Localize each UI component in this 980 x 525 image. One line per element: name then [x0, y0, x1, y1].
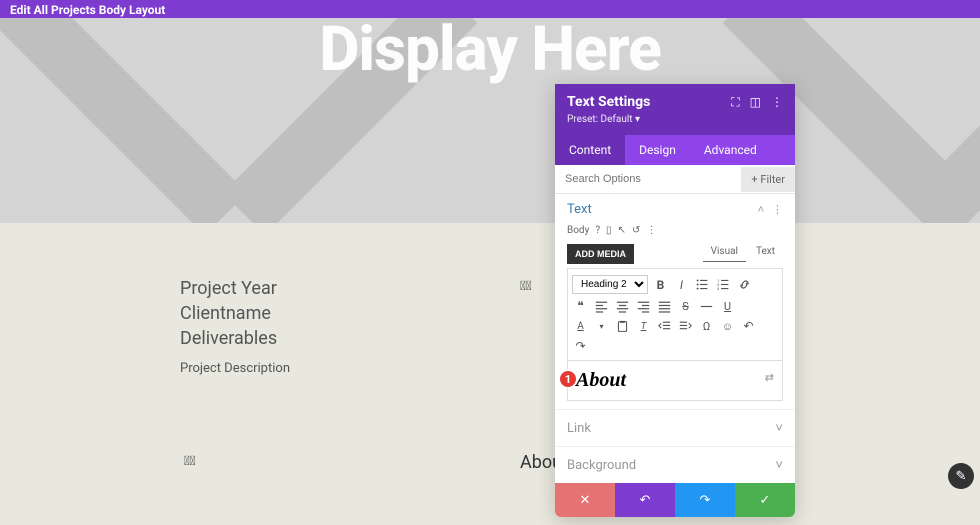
hero-text: Display Here [0, 18, 980, 86]
text-section: Text ˄ ⋮ Body ? ▯ ↖ ↺ ⋮ ADD MEDIA Visual… [555, 194, 795, 409]
action-bar: ✕ ↶ ↷ ✓ [555, 483, 795, 517]
svg-text:3: 3 [717, 286, 720, 291]
hr-icon[interactable] [698, 298, 715, 314]
editor-tab-text[interactable]: Text [748, 242, 783, 262]
mobile-icon[interactable]: ▯ [606, 225, 612, 236]
section-title: Text [567, 202, 592, 217]
indent-icon[interactable] [677, 318, 694, 334]
outdent-icon[interactable] [656, 318, 673, 334]
clear-format-icon[interactable]: T [635, 318, 652, 334]
settings-panel: Text Settings ⛶ ◫ ⋮ Preset: Default ▾ Co… [555, 84, 795, 517]
close-icon: ✕ [580, 493, 591, 508]
format-select[interactable]: Heading 2 [572, 275, 648, 294]
editor-toolbar: Heading 2 B I 123 ❝ S U [567, 268, 783, 361]
wrench-icon: ✎ [956, 469, 967, 484]
hover-icon[interactable]: ↖ [618, 225, 626, 236]
strikethrough-icon[interactable]: S [677, 298, 694, 314]
body-option-row: Body ? ▯ ↖ ↺ ⋮ [567, 225, 783, 236]
tab-advanced[interactable]: Advanced [690, 135, 771, 165]
editor-content[interactable]: 1 About ⇄ [567, 361, 783, 401]
project-deliverables: Deliverables [180, 326, 290, 351]
align-justify-icon[interactable] [656, 298, 673, 314]
chevron-up-icon[interactable]: ˄ [758, 203, 764, 216]
expand-icon[interactable]: ⛶ [731, 95, 739, 110]
panel-header[interactable]: Text Settings ⛶ ◫ ⋮ Preset: Default ▾ [555, 84, 795, 135]
broken-image-icon: ▯ͯ [184, 454, 200, 470]
chevron-down-icon: ˅ [775, 420, 783, 436]
project-year: Project Year [180, 276, 290, 301]
align-center-icon[interactable] [614, 298, 631, 314]
search-row: + Filter [555, 165, 795, 194]
link-section-header[interactable]: Link ˅ [555, 409, 795, 446]
emoji-icon[interactable]: ☺ [719, 318, 736, 334]
bold-icon[interactable]: B [652, 277, 669, 293]
project-info: Project Year Clientname Deliverables Pro… [180, 276, 290, 378]
body-label: Body [567, 225, 589, 236]
undo-icon: ↶ [640, 493, 651, 508]
paste-icon[interactable] [614, 318, 631, 334]
reset-icon[interactable]: ↺ [632, 225, 640, 236]
annotation-marker: 1 [559, 370, 577, 388]
panel-tabs: Content Design Advanced [555, 135, 795, 165]
filter-button[interactable]: + Filter [741, 167, 795, 192]
chevron-down-icon: ˅ [775, 457, 783, 473]
close-button[interactable]: ✕ [555, 483, 615, 517]
more-icon[interactable]: ⋮ [771, 95, 783, 110]
numbered-list-icon[interactable]: 123 [715, 277, 732, 293]
undo-icon[interactable]: ↶ [740, 318, 757, 334]
bullet-list-icon[interactable] [694, 277, 711, 293]
quote-icon[interactable]: ❝ [572, 298, 589, 314]
more-icon[interactable]: ⋮ [646, 225, 656, 236]
hero-area: Display Here [0, 18, 980, 223]
help-icon[interactable]: ? [595, 225, 600, 236]
underline-icon[interactable]: U [719, 298, 736, 314]
textcolor-dropdown-icon[interactable]: ▾ [593, 318, 610, 334]
check-icon: ✓ [760, 493, 771, 508]
project-description: Project Description [180, 360, 290, 378]
undo-button[interactable]: ↶ [615, 483, 675, 517]
tab-design[interactable]: Design [625, 135, 690, 165]
editor-heading[interactable]: About [576, 369, 774, 392]
special-char-icon[interactable]: Ω [698, 318, 715, 334]
save-button[interactable]: ✓ [735, 483, 795, 517]
redo-icon[interactable]: ↷ [572, 338, 589, 354]
link-icon[interactable] [736, 277, 753, 293]
tab-content[interactable]: Content [555, 135, 625, 165]
dynamic-content-icon[interactable]: ⇄ [765, 371, 774, 384]
textcolor-icon[interactable]: A [572, 318, 589, 334]
preset-selector[interactable]: Preset: Default ▾ [567, 114, 783, 125]
search-input[interactable] [555, 165, 741, 193]
italic-icon[interactable]: I [673, 277, 690, 293]
plus-icon: + [751, 173, 757, 186]
align-left-icon[interactable] [593, 298, 610, 314]
more-icon[interactable]: ⋮ [772, 203, 783, 216]
background-section-header[interactable]: Background ˅ [555, 446, 795, 483]
project-client: Clientname [180, 301, 290, 326]
broken-image-icon: ▯ͯ [520, 279, 536, 295]
editor-tab-visual[interactable]: Visual [703, 242, 746, 262]
snap-icon[interactable]: ◫ [750, 95, 761, 110]
panel-title: Text Settings [567, 94, 650, 110]
text-section-header[interactable]: Text ˄ ⋮ [567, 202, 783, 217]
align-right-icon[interactable] [635, 298, 652, 314]
fab-button[interactable]: ✎ [948, 463, 974, 489]
top-bar-title: Edit All Projects Body Layout [10, 3, 165, 17]
redo-icon: ↷ [700, 493, 711, 508]
add-media-button[interactable]: ADD MEDIA [567, 244, 634, 264]
canvas: Display Here Project Year Clientname Del… [0, 18, 980, 525]
redo-button[interactable]: ↷ [675, 483, 735, 517]
top-bar: Edit All Projects Body Layout [0, 0, 980, 18]
